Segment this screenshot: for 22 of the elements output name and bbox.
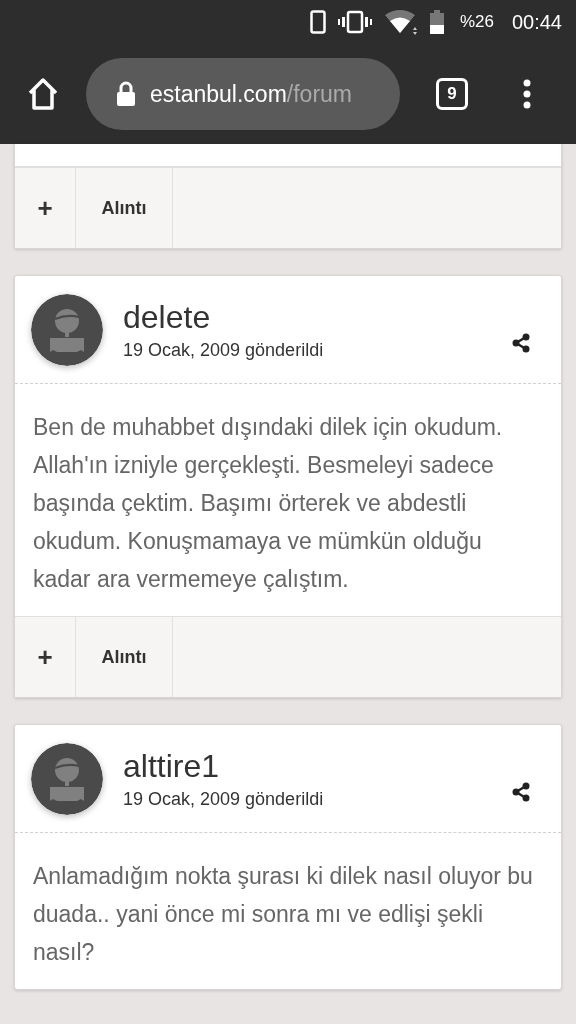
post-text: Ben de muhabbet dışındaki dilek için okudum. Allah'ın izniyle gerçekleşti. Besmeleyi sadece başında çektim. Başımı örterek ve abdestli okudum. Konuşmamaya ve mümkün olduğu kadar ara vermemeye çalıştım. xyxy=(32,413,504,594)
url-text: estanbul.com/forum xyxy=(150,80,352,108)
author-name[interactable]: delete xyxy=(123,298,511,336)
lock-icon xyxy=(116,81,136,107)
more-icon[interactable] xyxy=(522,79,532,109)
post-date: 19 Ocak, 2009 gönderildi xyxy=(123,789,325,810)
avatar-icon[interactable] xyxy=(31,293,103,366)
vibrate-icon xyxy=(337,10,372,34)
battery-icon xyxy=(429,10,444,34)
clock: 00:44 xyxy=(511,10,562,34)
avatar-icon[interactable] xyxy=(31,742,103,815)
author-name[interactable]: alttire1 xyxy=(123,747,511,785)
home-icon[interactable] xyxy=(26,77,60,111)
post-text: Anlamadığım nokta şurası ki dilek nasıl oluyor bu duada.. yani önce mi sonra mı ve edlişi şekli nasıl? xyxy=(32,862,534,967)
phone-icon xyxy=(309,10,326,34)
tab-count-button[interactable]: 9 xyxy=(436,78,468,110)
share-icon[interactable] xyxy=(511,332,531,353)
share-icon[interactable] xyxy=(511,781,531,802)
battery-percent: %26 xyxy=(459,12,494,32)
post-date: 19 Ocak, 2009 gönderildi xyxy=(123,340,325,361)
wifi-icon xyxy=(383,9,418,35)
address-bar[interactable]: estanbul.com/forum xyxy=(86,58,400,130)
